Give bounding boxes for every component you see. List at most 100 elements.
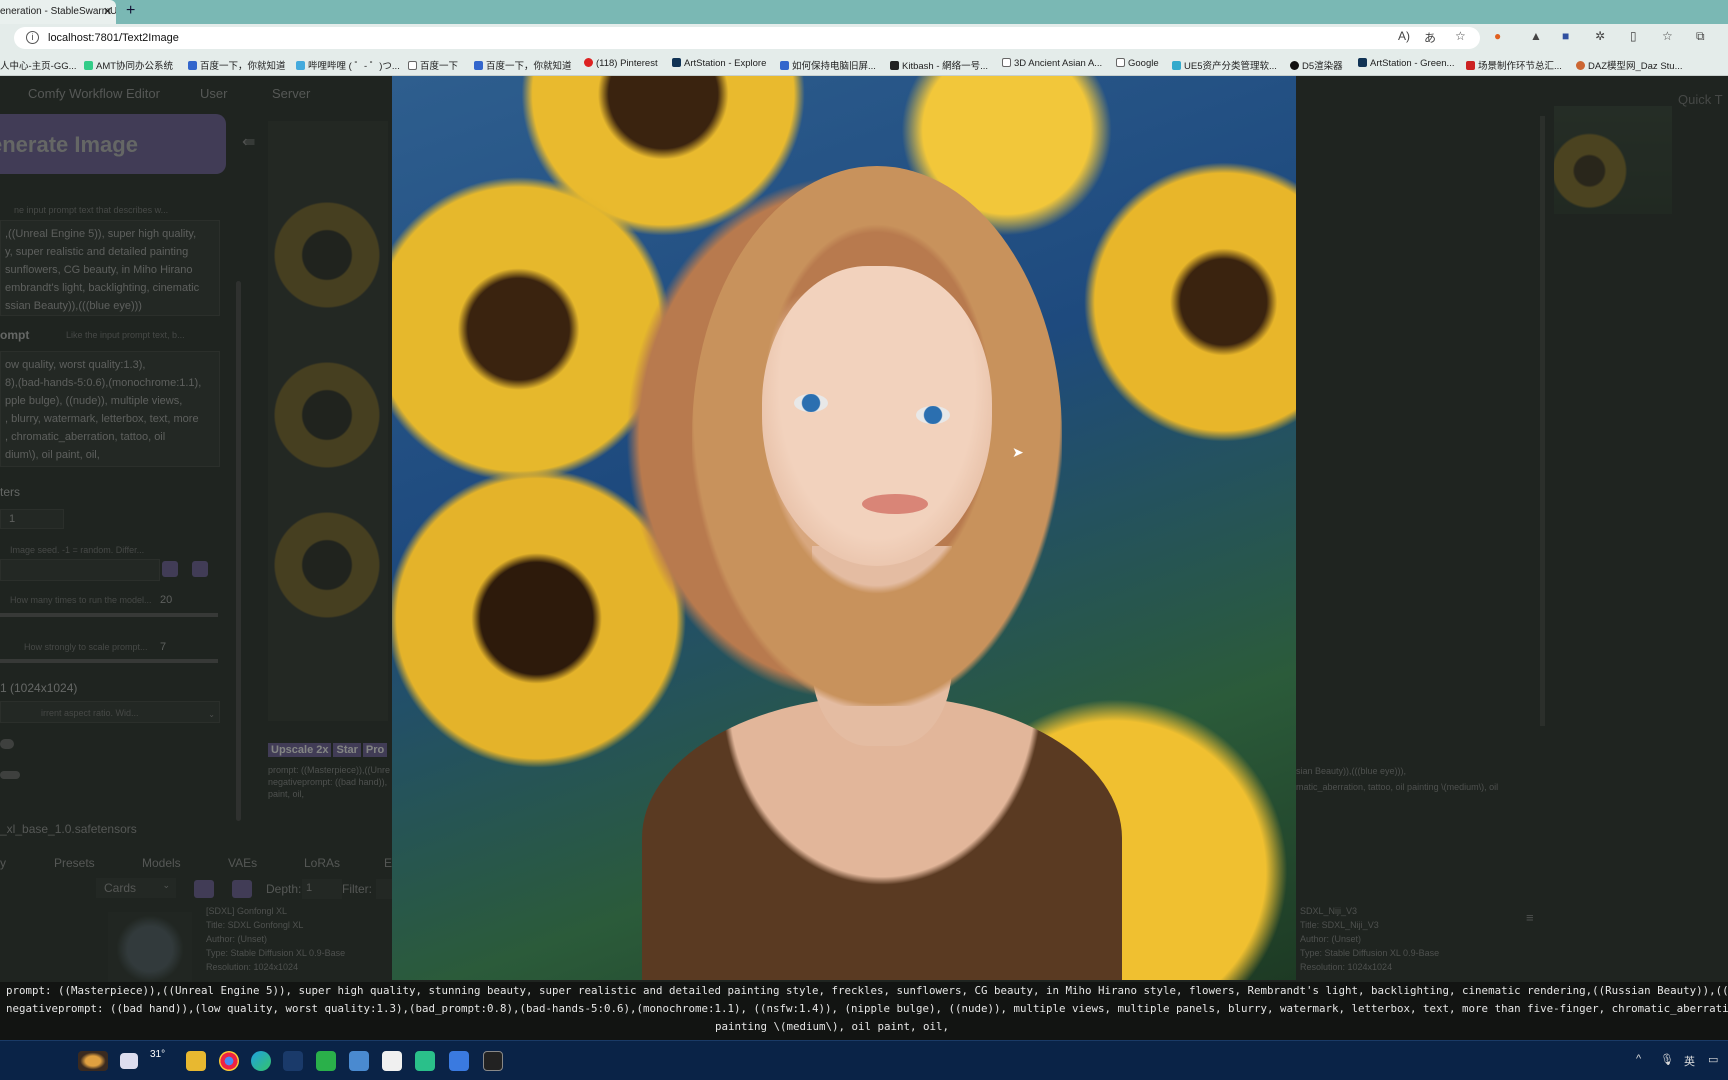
cfg-hint: How strongly to scale prompt... xyxy=(24,642,148,652)
browser-tab[interactable]: eneration - StableSwarmUI ✕ xyxy=(0,0,116,24)
tab-history[interactable]: y xyxy=(0,856,6,870)
refresh-icon[interactable] xyxy=(232,880,252,898)
prompt-overlay: prompt: ((Masterpiece)),((Unreal Engine … xyxy=(0,982,1728,1040)
seed-input[interactable] xyxy=(0,559,160,581)
batch-thumbnail[interactable] xyxy=(1554,106,1672,214)
bookmark[interactable]: DAZ模型网_Daz Stu... xyxy=(1576,58,1683,72)
chevron-up-icon[interactable]: ^ xyxy=(1636,1053,1641,1065)
tab-comfy-workflow-editor[interactable]: Comfy Workflow Editor xyxy=(28,86,160,101)
bookmark[interactable]: 如何保持电脑旧屏... xyxy=(780,58,876,72)
extension-icon[interactable]: ■ xyxy=(1562,29,1569,43)
translate-icon[interactable]: あ xyxy=(1424,29,1436,46)
seed-hint: Image seed. -1 = random. Differ... xyxy=(10,545,145,555)
negative-prompt-textarea[interactable]: ow quality, worst quality:1.3), 8),(bad-… xyxy=(0,351,220,467)
prompt-line: prompt: ((Masterpiece)),((Unreal Engine … xyxy=(6,984,1728,997)
cfg-slider[interactable] xyxy=(0,659,218,663)
tab-server[interactable]: Server xyxy=(272,86,310,101)
bookmark[interactable]: AMT协同办公系统 xyxy=(84,58,173,72)
aspect-ratio-select[interactable]: irrent aspect ratio. Wid... ⌄ xyxy=(0,701,220,723)
info-icon[interactable]: i xyxy=(26,31,39,44)
terminal-icon[interactable] xyxy=(283,1051,303,1071)
bookmark[interactable]: 场景制作环节总汇... xyxy=(1466,58,1562,72)
bookmark[interactable]: D5渲染器 xyxy=(1290,58,1343,72)
depth-label: Depth: xyxy=(266,882,302,896)
extension-icon[interactable]: ▲ xyxy=(1530,29,1542,43)
app-icon[interactable] xyxy=(415,1051,435,1071)
bookmark[interactable]: 哔哩哔哩 ( ゜- ゜)つ... xyxy=(296,58,400,72)
bookmark[interactable]: 人中心-主页-GG... xyxy=(0,58,77,72)
steps-value[interactable]: 20 xyxy=(160,591,172,609)
collections-icon[interactable]: ⧉ xyxy=(1696,29,1705,44)
tab-embeddings[interactable]: E xyxy=(384,856,392,870)
bookmark[interactable]: Kitbash - 網络一号... xyxy=(890,58,988,72)
url-text: localhost:7801/Text2Image xyxy=(48,32,179,44)
edge-icon[interactable] xyxy=(251,1051,271,1071)
url-field[interactable]: i localhost:7801/Text2Image xyxy=(14,27,1480,49)
recycle-icon[interactable] xyxy=(192,561,208,577)
parameters-label: ters xyxy=(0,485,21,499)
address-bar: i localhost:7801/Text2Image A) あ ☆ ● ▲ ■… xyxy=(0,24,1728,52)
steps-slider[interactable] xyxy=(0,613,218,617)
tab-presets[interactable]: Presets xyxy=(54,856,95,870)
cfg-value[interactable]: 7 xyxy=(160,638,166,656)
chrome-icon[interactable] xyxy=(219,1051,239,1071)
dice-icon[interactable] xyxy=(162,561,178,577)
bookmark[interactable]: 百度一下 xyxy=(408,58,458,72)
negative-prompt-placeholder: Like the input prompt text, b... xyxy=(66,330,185,340)
task-view-icon[interactable] xyxy=(120,1053,138,1069)
console-icon[interactable] xyxy=(483,1051,503,1071)
bookmark[interactable]: 百度一下，你就知道 xyxy=(188,58,286,72)
app-icon[interactable] xyxy=(316,1051,336,1071)
app-icon[interactable] xyxy=(349,1051,369,1071)
generate-image-button[interactable]: enerate Image xyxy=(0,114,226,174)
extension-icon[interactable]: ● xyxy=(1494,29,1501,43)
tab-loras[interactable]: LoRAs xyxy=(304,856,340,870)
planet-icon[interactable] xyxy=(78,1051,108,1071)
caption-line: sian Beauty)),(((blue eye))), xyxy=(1296,766,1407,776)
bookmarks-bar: 人中心-主页-GG... AMT协同办公系统 百度一下，你就知道 哔哩哔哩 ( … xyxy=(0,52,1728,76)
bookmark[interactable]: ArtStation - Green... xyxy=(1358,58,1454,69)
app-icon[interactable] xyxy=(382,1051,402,1071)
view-mode-select[interactable]: Cards ⌄ xyxy=(96,878,176,898)
bookmark[interactable]: (118) Pinterest xyxy=(584,58,658,69)
right-panel: Quick T sian Beauty)),(((blue eye))), ma… xyxy=(1296,76,1728,1056)
quick-tools-label[interactable]: Quick T xyxy=(1678,92,1723,107)
prompt-textarea[interactable]: ,((Unreal Engine 5)), super high quality… xyxy=(0,220,220,316)
bookmark[interactable]: 百度一下，你就知道 xyxy=(474,58,572,72)
tab-user[interactable]: User xyxy=(200,86,227,101)
model-card-thumbnail[interactable] xyxy=(108,912,192,986)
app-icon[interactable] xyxy=(449,1051,469,1071)
tab-vaes[interactable]: VAEs xyxy=(228,856,257,870)
history-thumbnail[interactable] xyxy=(272,361,382,481)
bookmark[interactable]: ArtStation - Explore xyxy=(672,58,766,69)
split-screen-icon[interactable]: ▯ xyxy=(1630,29,1637,43)
bookmark[interactable]: UE5资产分类管理软... xyxy=(1172,58,1277,72)
input-language[interactable]: 英 xyxy=(1684,1053,1695,1069)
favorites-icon[interactable]: ☆ xyxy=(1662,29,1673,43)
file-explorer-icon[interactable] xyxy=(186,1051,206,1071)
right-panel-scrollbar[interactable] xyxy=(1540,116,1545,726)
image-lips xyxy=(862,494,928,514)
folder-up-icon[interactable] xyxy=(194,880,214,898)
microphone-icon[interactable]: 🎙 xyxy=(1660,1053,1674,1066)
weather-widget[interactable]: 31° xyxy=(150,1049,180,1069)
new-tab-button[interactable]: + xyxy=(126,2,135,20)
bookmark[interactable]: Google xyxy=(1116,58,1159,69)
bookmark[interactable]: 3D Ancient Asian A... xyxy=(1002,58,1102,69)
read-aloud-icon[interactable]: A) xyxy=(1398,29,1410,43)
network-icon[interactable]: ▭ xyxy=(1708,1053,1718,1066)
negative-prompt-line: painting \(medium\), oil paint, oil, xyxy=(714,1020,949,1033)
close-icon[interactable]: ✕ xyxy=(103,5,112,18)
depth-input[interactable]: 1 xyxy=(302,879,342,899)
images-count-input[interactable]: 1 xyxy=(0,509,64,529)
history-thumbnail[interactable] xyxy=(272,511,382,631)
collapse-panel-icon[interactable]: ⇚ xyxy=(242,132,255,152)
generated-image[interactable]: ➤ xyxy=(392,76,1296,980)
extensions-puzzle-icon[interactable]: ✲ xyxy=(1595,29,1605,43)
tab-title: eneration - StableSwarmUI xyxy=(0,6,116,17)
tab-models[interactable]: Models xyxy=(142,856,181,870)
model-card[interactable]: [SDXL] Gonfongl XL Title: SDXL Gonfongl … xyxy=(206,904,345,974)
history-thumbnail[interactable] xyxy=(272,201,382,321)
favorite-star-icon[interactable]: ☆ xyxy=(1455,29,1466,43)
filter-label: Filter: xyxy=(342,882,372,896)
